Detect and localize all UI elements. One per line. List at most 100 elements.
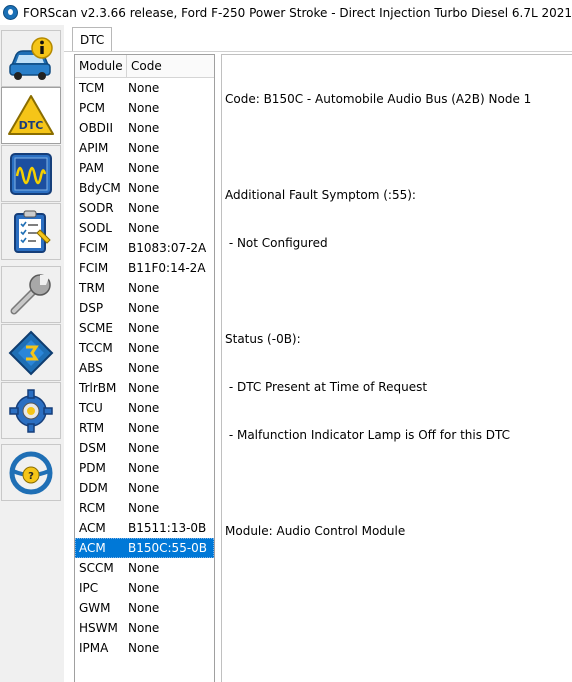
table-row[interactable]: ACM B150C:55-0B — [75, 538, 214, 558]
row-module: ABS — [79, 361, 103, 375]
table-row[interactable]: DSP None — [75, 298, 214, 318]
car-info-icon — [9, 36, 53, 80]
row-code: None — [128, 281, 160, 295]
table-row[interactable]: FCIM B11F0:14-2A — [75, 258, 214, 278]
sidebar-item-vehicle-info[interactable] — [1, 30, 61, 87]
dtc-icon-label: DTC — [19, 119, 44, 132]
table-row[interactable]: OBDII None — [75, 118, 214, 138]
row-code: None — [128, 121, 160, 135]
row-code: None — [128, 381, 160, 395]
row-module: HSWM — [79, 621, 118, 635]
sidebar-item-settings[interactable] — [1, 382, 61, 439]
tab-strip: DTC — [64, 25, 572, 52]
row-module: FCIM — [79, 261, 109, 275]
sidebar-item-help[interactable]: ? — [1, 444, 61, 501]
table-row[interactable]: TrlrBM None — [75, 378, 214, 398]
table-row[interactable]: DSM None — [75, 438, 214, 458]
table-row[interactable]: IPMA None — [75, 638, 214, 658]
sidebar-item-service[interactable] — [1, 266, 61, 323]
row-code: None — [128, 341, 160, 355]
status-line: - Malfunction Indicator Lamp is Off for … — [225, 428, 511, 442]
table-row[interactable]: PDM None — [75, 458, 214, 478]
table-row[interactable]: BdyCM None — [75, 178, 214, 198]
row-code: None — [128, 421, 160, 435]
row-module: PCM — [79, 101, 105, 115]
dtc-warning-icon: DTC — [8, 94, 54, 135]
table-row[interactable]: RTM None — [75, 418, 214, 438]
column-header-module[interactable]: Module — [75, 55, 127, 77]
row-code: None — [128, 401, 160, 415]
table-row[interactable]: APIM None — [75, 138, 214, 158]
row-code: B1511:13-0B — [128, 521, 207, 535]
chip-module-icon — [8, 330, 54, 375]
row-module: TCU — [79, 401, 103, 415]
table-row[interactable]: PCM None — [75, 98, 214, 118]
row-module: FCIM — [79, 241, 109, 255]
table-row[interactable]: PAM None — [75, 158, 214, 178]
row-code: B11F0:14-2A — [128, 261, 206, 275]
table-row[interactable]: SODR None — [75, 198, 214, 218]
row-code: None — [128, 181, 160, 195]
table-row[interactable]: TCCM None — [75, 338, 214, 358]
row-code: None — [128, 501, 160, 515]
title-bar: FORScan v2.3.66 release, Ford F-250 Powe… — [0, 0, 572, 25]
table-row[interactable]: TCM None — [75, 78, 214, 98]
table-row[interactable]: SODL None — [75, 218, 214, 238]
fault-symptom-heading: Additional Fault Symptom (:55): — [225, 188, 416, 202]
row-module: ACM — [79, 521, 106, 535]
row-code: None — [128, 461, 160, 475]
row-module: PAM — [79, 161, 105, 175]
table-row[interactable]: RCM None — [75, 498, 214, 518]
dtc-list[interactable]: Module Code TCM None PCM None OBDII None APIM N… — [74, 54, 215, 682]
row-code: None — [128, 221, 160, 235]
row-code: None — [128, 481, 160, 495]
sidebar-item-dtc[interactable]: DTC — [1, 87, 61, 144]
table-row[interactable]: HSWM None — [75, 618, 214, 638]
row-code: None — [128, 161, 160, 175]
row-code: None — [128, 301, 160, 315]
row-module: OBDII — [79, 121, 113, 135]
row-module: RCM — [79, 501, 106, 515]
row-module: DDM — [79, 481, 108, 495]
column-header-code[interactable]: Code — [127, 55, 162, 77]
row-code: None — [128, 561, 160, 575]
row-module: IPMA — [79, 641, 109, 655]
table-row[interactable]: FCIM B1083:07-2A — [75, 238, 214, 258]
sidebar-item-configuration[interactable] — [1, 324, 61, 381]
table-row[interactable]: SCME None — [75, 318, 214, 338]
row-module: APIM — [79, 141, 109, 155]
row-module: SODR — [79, 201, 114, 215]
row-module: RTM — [79, 421, 105, 435]
table-row[interactable]: ACM B1511:13-0B — [75, 518, 214, 538]
table-row[interactable]: TRM None — [75, 278, 214, 298]
row-code: None — [128, 361, 160, 375]
table-row[interactable]: ABS None — [75, 358, 214, 378]
table-row[interactable]: GWM None — [75, 598, 214, 618]
wrench-icon — [10, 273, 51, 314]
status-heading: Status (-0B): — [225, 332, 301, 346]
row-module: SCCM — [79, 561, 114, 575]
row-module: DSM — [79, 441, 107, 455]
row-module: SCME — [79, 321, 113, 335]
row-module: TRM — [79, 281, 106, 295]
module-line: Module: Audio Control Module — [225, 524, 406, 538]
main-panel: DTC Module Code TCM None PCM None OBDII None A… — [64, 25, 572, 682]
row-code: B1083:07-2A — [128, 241, 207, 255]
table-row[interactable]: DDM None — [75, 478, 214, 498]
row-code: None — [128, 621, 160, 635]
row-code: None — [128, 641, 160, 655]
dtc-code-line: Code: B150C - Automobile Audio Bus (A2B)… — [225, 92, 532, 106]
sidebar-item-oscilloscope[interactable] — [1, 145, 61, 202]
clipboard-checklist-icon — [14, 210, 51, 253]
status-line: - DTC Present at Time of Request — [225, 380, 428, 394]
row-code: None — [128, 201, 160, 215]
row-module: SODL — [79, 221, 112, 235]
sidebar-item-tests[interactable] — [1, 203, 61, 260]
row-module: BdyCM — [79, 181, 121, 195]
table-row[interactable]: SCCM None — [75, 558, 214, 578]
table-row[interactable]: IPC None — [75, 578, 214, 598]
tab-dtc[interactable]: DTC — [72, 27, 113, 51]
table-row[interactable]: TCU None — [75, 398, 214, 418]
row-module: GWM — [79, 601, 111, 615]
row-module: IPC — [79, 581, 99, 595]
